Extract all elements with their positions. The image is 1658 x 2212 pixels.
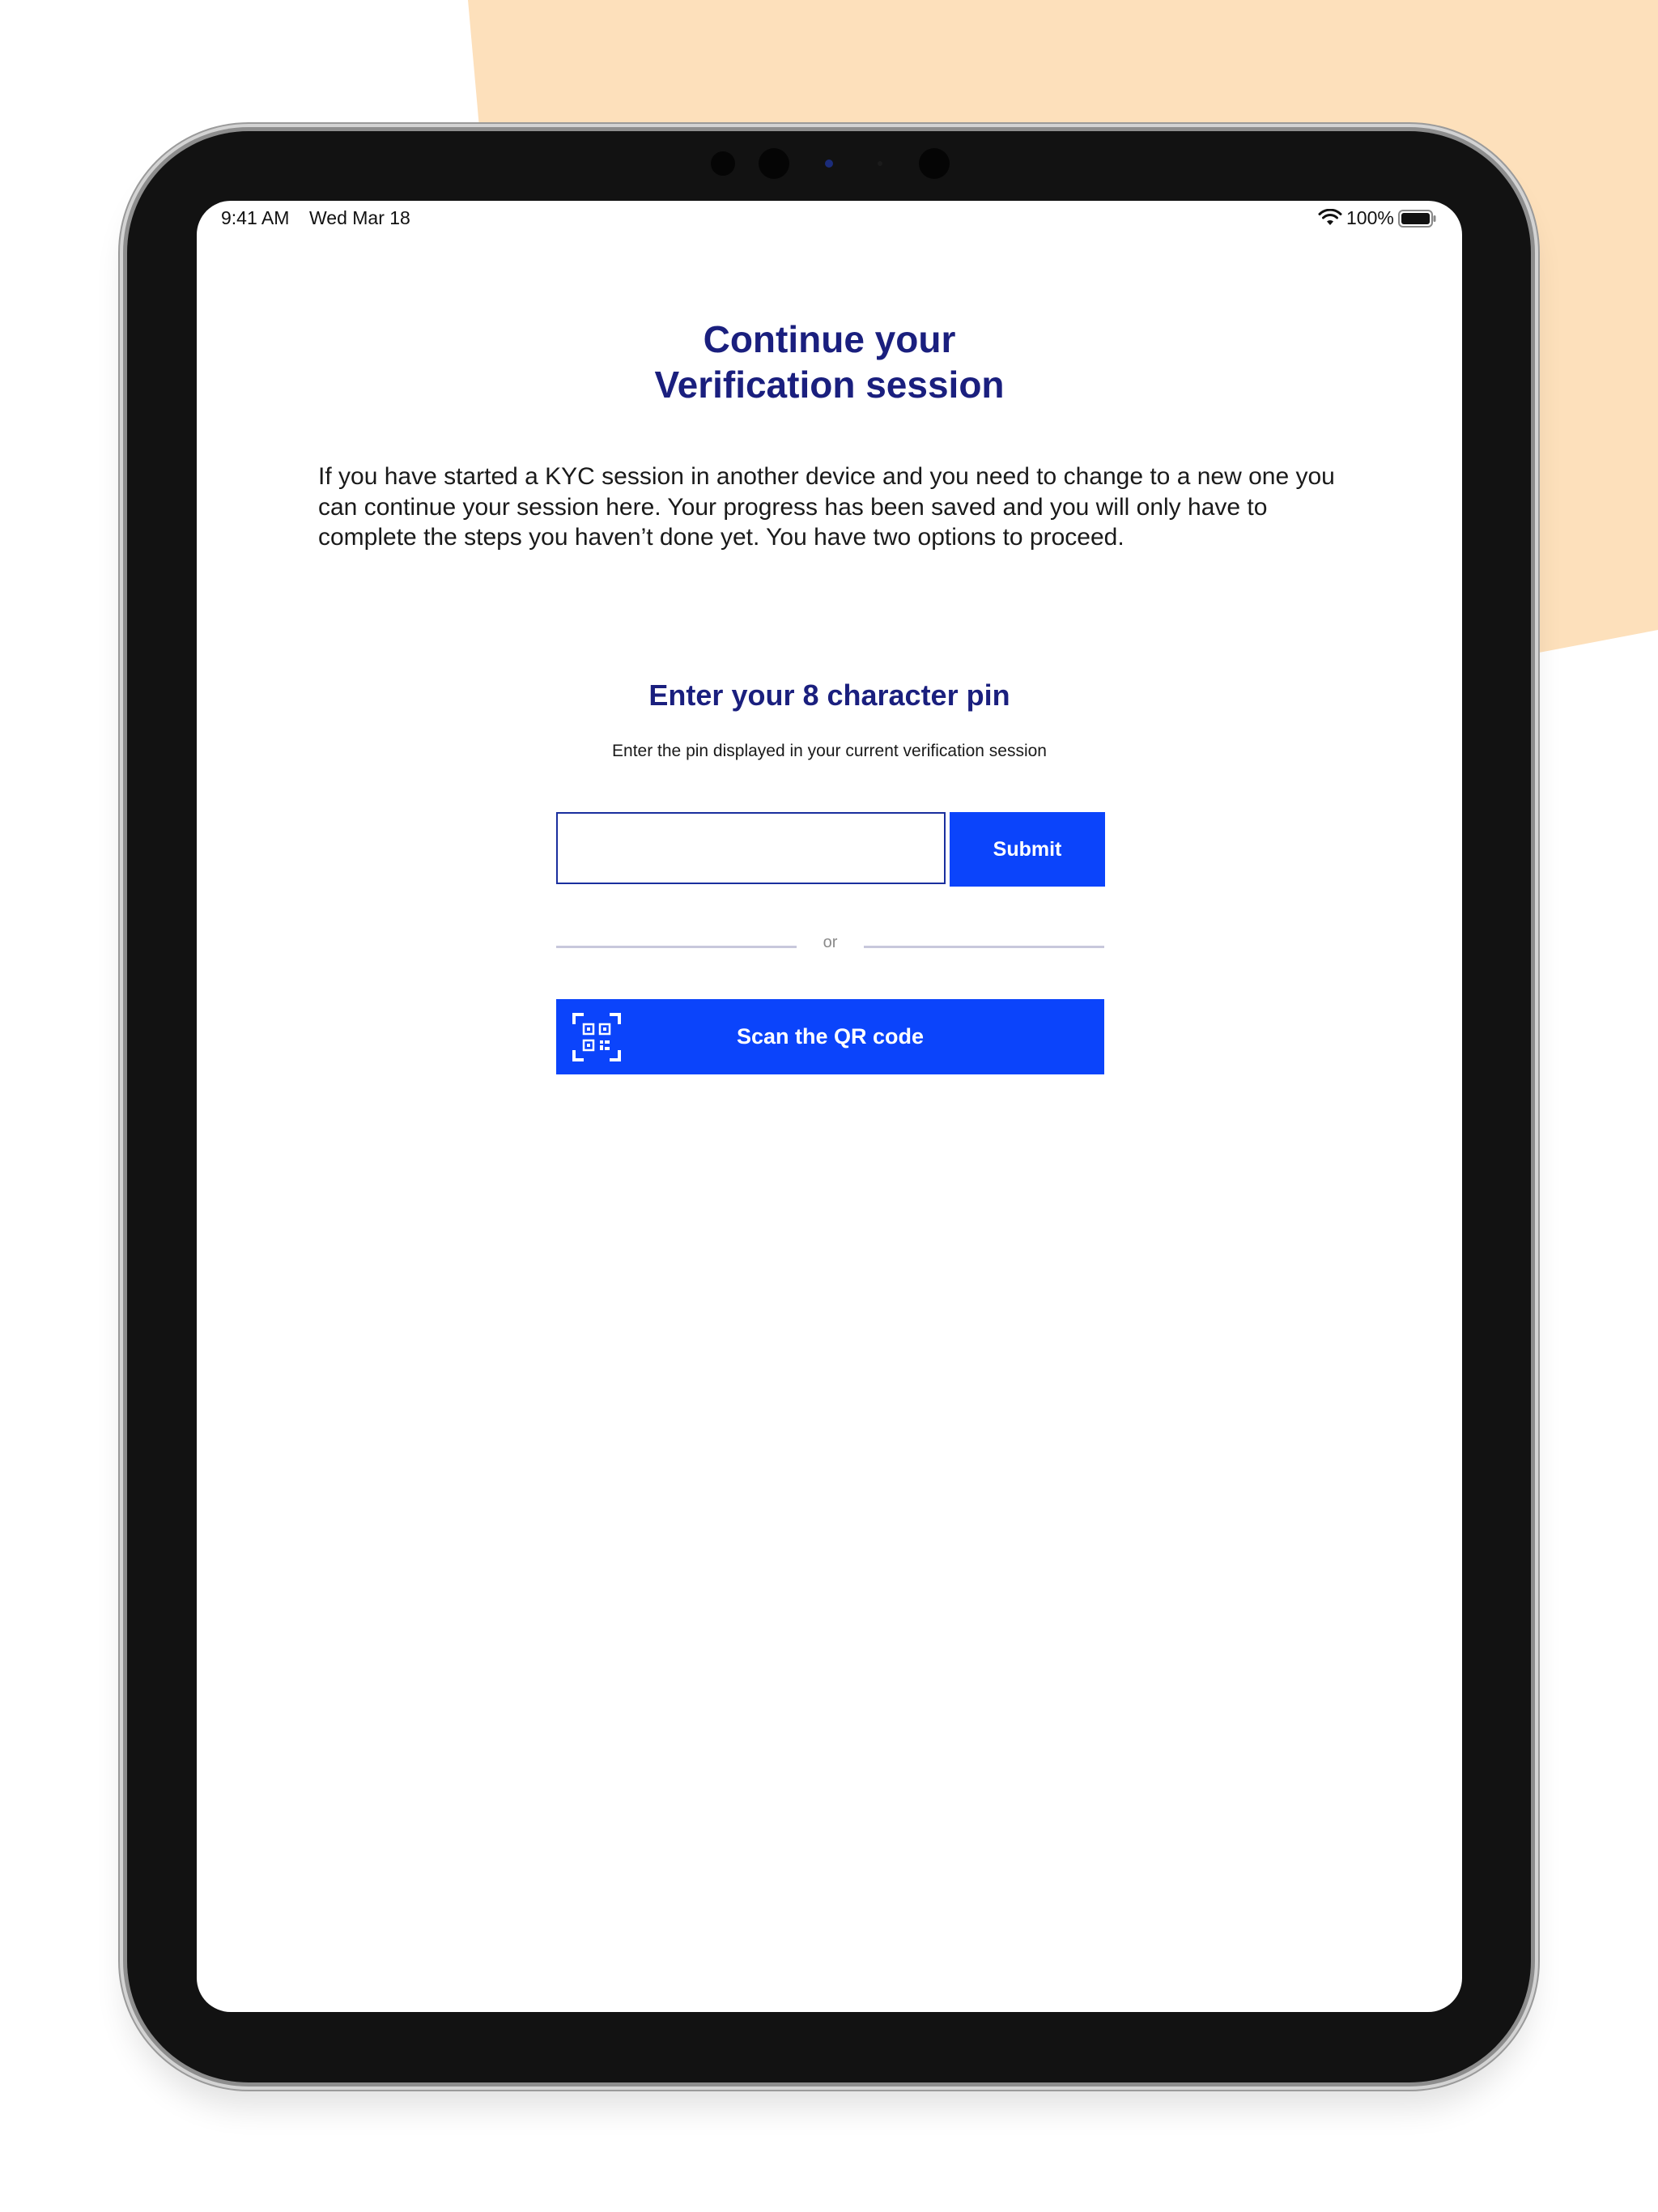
battery-percentage: 100% bbox=[1346, 207, 1394, 228]
screen: 9:41 AM Wed Mar 18 100% Continue your Ve… bbox=[197, 201, 1462, 2012]
description-text: If you have started a KYC session in ano… bbox=[318, 463, 1335, 551]
page-title-line-1: Continue your bbox=[703, 318, 956, 360]
page-title: Continue your Verification session bbox=[197, 317, 1462, 407]
status-time: 9:41 AM bbox=[221, 207, 290, 228]
device-volume-down-button bbox=[1531, 378, 1536, 457]
wifi-icon bbox=[1318, 208, 1342, 231]
battery-icon bbox=[1398, 210, 1437, 232]
camera-lens bbox=[759, 148, 789, 179]
status-date: Wed Mar 18 bbox=[309, 207, 410, 228]
camera-indicator bbox=[825, 160, 833, 168]
pin-heading: Enter your 8 character pin bbox=[648, 678, 1010, 712]
scan-qr-button[interactable]: Scan the QR code bbox=[556, 999, 1104, 1074]
pin-subheading: Enter the pin displayed in your current … bbox=[612, 742, 1047, 760]
divider-line-left bbox=[556, 946, 797, 948]
camera-flood bbox=[919, 148, 950, 179]
submit-button[interactable]: Submit bbox=[950, 812, 1105, 887]
scan-qr-label: Scan the QR code bbox=[736, 1024, 925, 1049]
page-title-line-2: Verification session bbox=[654, 364, 1005, 406]
camera-sensor bbox=[711, 151, 735, 176]
device-volume-up-button bbox=[1531, 287, 1536, 366]
camera-dot bbox=[878, 161, 882, 166]
divider-line-right bbox=[864, 946, 1104, 948]
divider-label: or bbox=[823, 934, 838, 951]
pin-input[interactable] bbox=[556, 812, 946, 884]
